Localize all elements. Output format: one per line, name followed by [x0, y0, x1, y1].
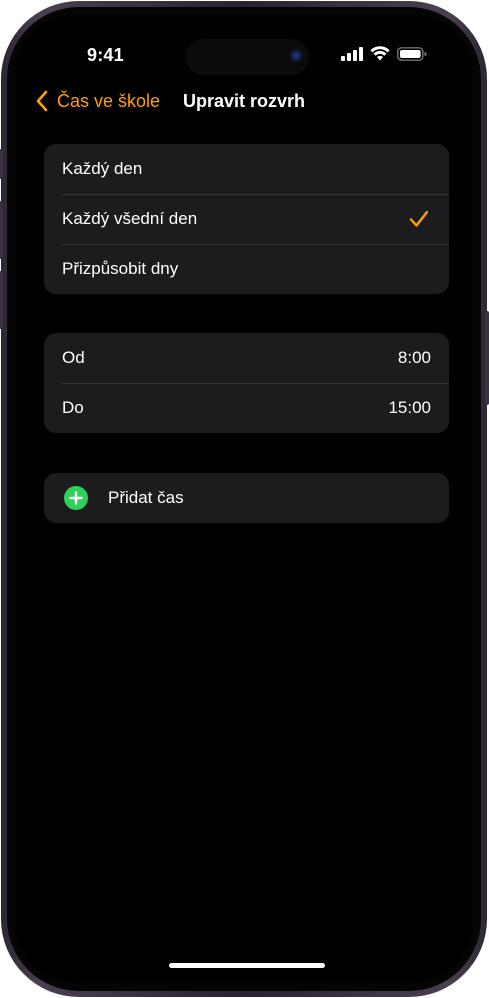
day-option-label: Přizpůsobit dny [62, 259, 179, 278]
back-button[interactable]: Čas ve škole [35, 89, 160, 113]
add-time-button[interactable]: Přidat čas [44, 473, 449, 523]
page-title: Upravit rozvrh [183, 91, 306, 111]
day-option-every-weekday[interactable]: Každý všední den [44, 194, 449, 244]
plus-circle-icon [64, 486, 88, 510]
from-time-row[interactable]: Od 8:00 [44, 333, 449, 383]
day-option-every-day[interactable]: Každý den [44, 144, 449, 194]
wifi-icon [370, 46, 390, 61]
times-group: Od 8:00 Do 15:00 [44, 333, 449, 433]
add-time-label: Přidat čas [108, 488, 184, 507]
checkmark-icon [409, 210, 429, 227]
volume-down-button [0, 271, 3, 329]
day-option-custom-days[interactable]: Přizpůsobit dny [44, 244, 449, 294]
add-time-group: Přidat čas [44, 473, 449, 523]
back-button-label: Čas ve škole [57, 90, 161, 111]
to-label: Do [62, 398, 84, 417]
front-camera [290, 49, 304, 63]
chevron-left-icon [36, 90, 48, 112]
from-label: Od [62, 348, 85, 367]
home-indicator[interactable] [169, 963, 325, 968]
to-time-value: 15:00 [388, 398, 431, 417]
battery-icon [397, 47, 427, 61]
cellular-signal-icon [341, 47, 363, 61]
side-button [485, 311, 489, 405]
status-time: 9:41 [87, 45, 124, 65]
day-option-label: Každý den [62, 159, 143, 178]
volume-up-button [0, 201, 3, 259]
days-group: Každý den Každý všední den Přizpůsobit d… [44, 144, 449, 294]
day-option-label: Každý všední den [62, 209, 198, 228]
screen: 9:41 Čas ve škole Upravit rozvrh Každý d… [15, 15, 473, 983]
phone-frame: 9:41 Čas ve škole Upravit rozvrh Každý d… [0, 1, 489, 997]
silent-switch [0, 149, 3, 179]
to-time-row[interactable]: Do 15:00 [44, 383, 449, 433]
from-time-value: 8:00 [397, 348, 431, 367]
